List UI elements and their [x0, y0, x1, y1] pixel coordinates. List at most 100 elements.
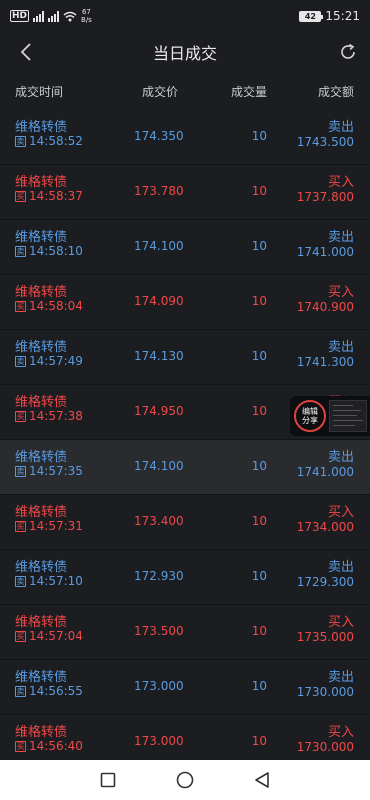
col-time: 成交时间	[15, 84, 64, 99]
chevron-left-icon	[20, 43, 31, 61]
time-cell: 卖 14:58:52	[15, 134, 83, 148]
trade-price: 173.000	[134, 734, 184, 748]
buy-icon: 买	[15, 190, 26, 202]
trade-price: 173.780	[134, 184, 184, 198]
table-row[interactable]: 维格转债 买 14:57:04 173.500 10 买入 1735.000	[0, 605, 370, 660]
trade-amount: 1730.000	[296, 740, 354, 754]
trade-price: 174.950	[134, 404, 184, 418]
table-row[interactable]: 维格转债 卖 14:58:10 174.100 10 卖出 1741.000	[0, 220, 370, 275]
sell-icon: 卖	[15, 135, 26, 147]
trade-volume: 10	[251, 239, 267, 253]
time-cell: 买 14:57:04	[15, 629, 83, 643]
app-header: 当日成交	[0, 32, 370, 72]
table-row[interactable]: 维格转债 买 14:58:04 174.090 10 买入 1740.900	[0, 275, 370, 330]
trade-volume: 10	[251, 514, 267, 528]
trade-time: 14:56:40	[29, 739, 83, 753]
stock-name: 维格转债	[15, 285, 68, 300]
sell-icon: 卖	[15, 355, 26, 367]
trade-time: 14:58:37	[29, 189, 83, 203]
status-bar: HD 67 B/s 42 15:21	[0, 0, 370, 32]
time-cell: 买 14:57:31	[15, 519, 83, 533]
signal-icon	[33, 10, 45, 22]
signal-icon-2	[48, 10, 60, 22]
edit-share-button[interactable]: 编辑 分享	[294, 400, 326, 432]
trade-price: 174.100	[134, 459, 184, 473]
table-row-selected[interactable]: 维格转债 卖 14:57:35 174.100 10 卖出 1741.000	[0, 440, 370, 495]
recent-apps-button[interactable]	[96, 768, 120, 792]
stock-name: 维格转债	[15, 120, 68, 135]
stock-name: 维格转债	[15, 560, 68, 575]
col-amount: 成交额	[317, 84, 354, 99]
buy-icon: 买	[15, 630, 26, 642]
refresh-button[interactable]	[334, 38, 362, 66]
trade-side: 买入	[327, 725, 354, 740]
trade-time: 14:58:04	[29, 299, 83, 313]
square-icon	[101, 772, 116, 788]
trade-volume: 10	[251, 129, 267, 143]
circle-icon	[176, 771, 194, 789]
trade-amount: 1741.000	[296, 245, 354, 259]
stock-name: 维格转债	[15, 450, 68, 465]
edit-label: 编辑	[302, 407, 318, 416]
trade-time: 14:57:49	[29, 354, 83, 368]
trade-time: 14:57:35	[29, 464, 83, 478]
stock-name: 维格转债	[15, 230, 68, 245]
table-row[interactable]: 维格转债 卖 14:57:10 172.930 10 卖出 1729.300	[0, 550, 370, 605]
share-label: 分享	[302, 416, 318, 425]
sell-icon: 卖	[15, 465, 26, 477]
trade-list: 维格转债 卖 14:58:52 174.350 10 卖出 1743.500 维格…	[0, 110, 370, 770]
time-cell: 卖 14:58:10	[15, 244, 83, 258]
buy-icon: 买	[15, 520, 26, 532]
trade-amount: 1737.800	[296, 190, 354, 204]
floating-share-widget[interactable]: 编辑 分享	[290, 396, 370, 436]
trade-side: 卖出	[327, 120, 354, 135]
trade-volume: 10	[251, 294, 267, 308]
column-header: 成交时间 成交价 成交量 成交额	[0, 72, 370, 110]
hd-icon: HD	[10, 10, 30, 22]
time-cell: 卖 14:56:55	[15, 684, 83, 698]
stock-name: 维格转债	[15, 340, 68, 355]
stock-name: 维格转债	[15, 395, 68, 410]
trade-price: 174.130	[134, 349, 184, 363]
trade-volume: 10	[251, 569, 267, 583]
trade-side: 买入	[327, 505, 354, 520]
buy-icon: 买	[15, 740, 26, 752]
refresh-icon	[341, 43, 355, 59]
time-cell: 买 14:56:40	[15, 739, 83, 753]
stock-name: 维格转债	[15, 505, 68, 520]
status-right: 42 15:21	[299, 9, 360, 23]
home-button[interactable]	[173, 768, 197, 792]
system-back-button[interactable]	[250, 768, 274, 792]
trade-volume: 10	[251, 459, 267, 473]
buy-icon: 买	[15, 410, 26, 422]
sell-icon: 卖	[15, 575, 26, 587]
trade-price: 173.500	[134, 624, 184, 638]
time-cell: 买 14:57:38	[15, 409, 83, 423]
sell-icon: 卖	[15, 685, 26, 697]
clock: 15:21	[325, 9, 360, 23]
battery-icon: 42	[299, 10, 324, 22]
trade-price: 172.930	[134, 569, 184, 583]
trade-side: 卖出	[327, 670, 354, 685]
trade-amount: 1734.000	[296, 520, 354, 534]
trade-side: 买入	[327, 175, 354, 190]
table-row[interactable]: 维格转债 卖 14:56:55 173.000 10 卖出 1730.000	[0, 660, 370, 715]
table-row[interactable]: 维格转债 买 14:58:37 173.780 10 买入 1737.800	[0, 165, 370, 220]
status-left: HD 67 B/s	[10, 8, 92, 24]
back-button[interactable]	[12, 38, 40, 66]
buy-icon: 买	[15, 300, 26, 312]
table-row[interactable]: 维格转债 卖 14:58:52 174.350 10 卖出 1743.500	[0, 110, 370, 165]
trade-amount: 1741.000	[296, 465, 354, 479]
trade-side: 卖出	[327, 450, 354, 465]
trade-amount: 1730.000	[296, 685, 354, 699]
trade-side: 卖出	[327, 230, 354, 245]
screenshot-thumbnail[interactable]	[329, 400, 367, 432]
col-volume: 成交量	[230, 84, 267, 99]
table-row[interactable]: 维格转债 卖 14:57:49 174.130 10 卖出 1741.300	[0, 330, 370, 385]
trade-volume: 10	[251, 734, 267, 748]
trade-price: 174.100	[134, 239, 184, 253]
trade-volume: 10	[251, 624, 267, 638]
trade-time: 14:57:10	[29, 574, 83, 588]
table-row[interactable]: 维格转债 买 14:57:31 173.400 10 买入 1734.000	[0, 495, 370, 550]
sell-icon: 卖	[15, 245, 26, 257]
